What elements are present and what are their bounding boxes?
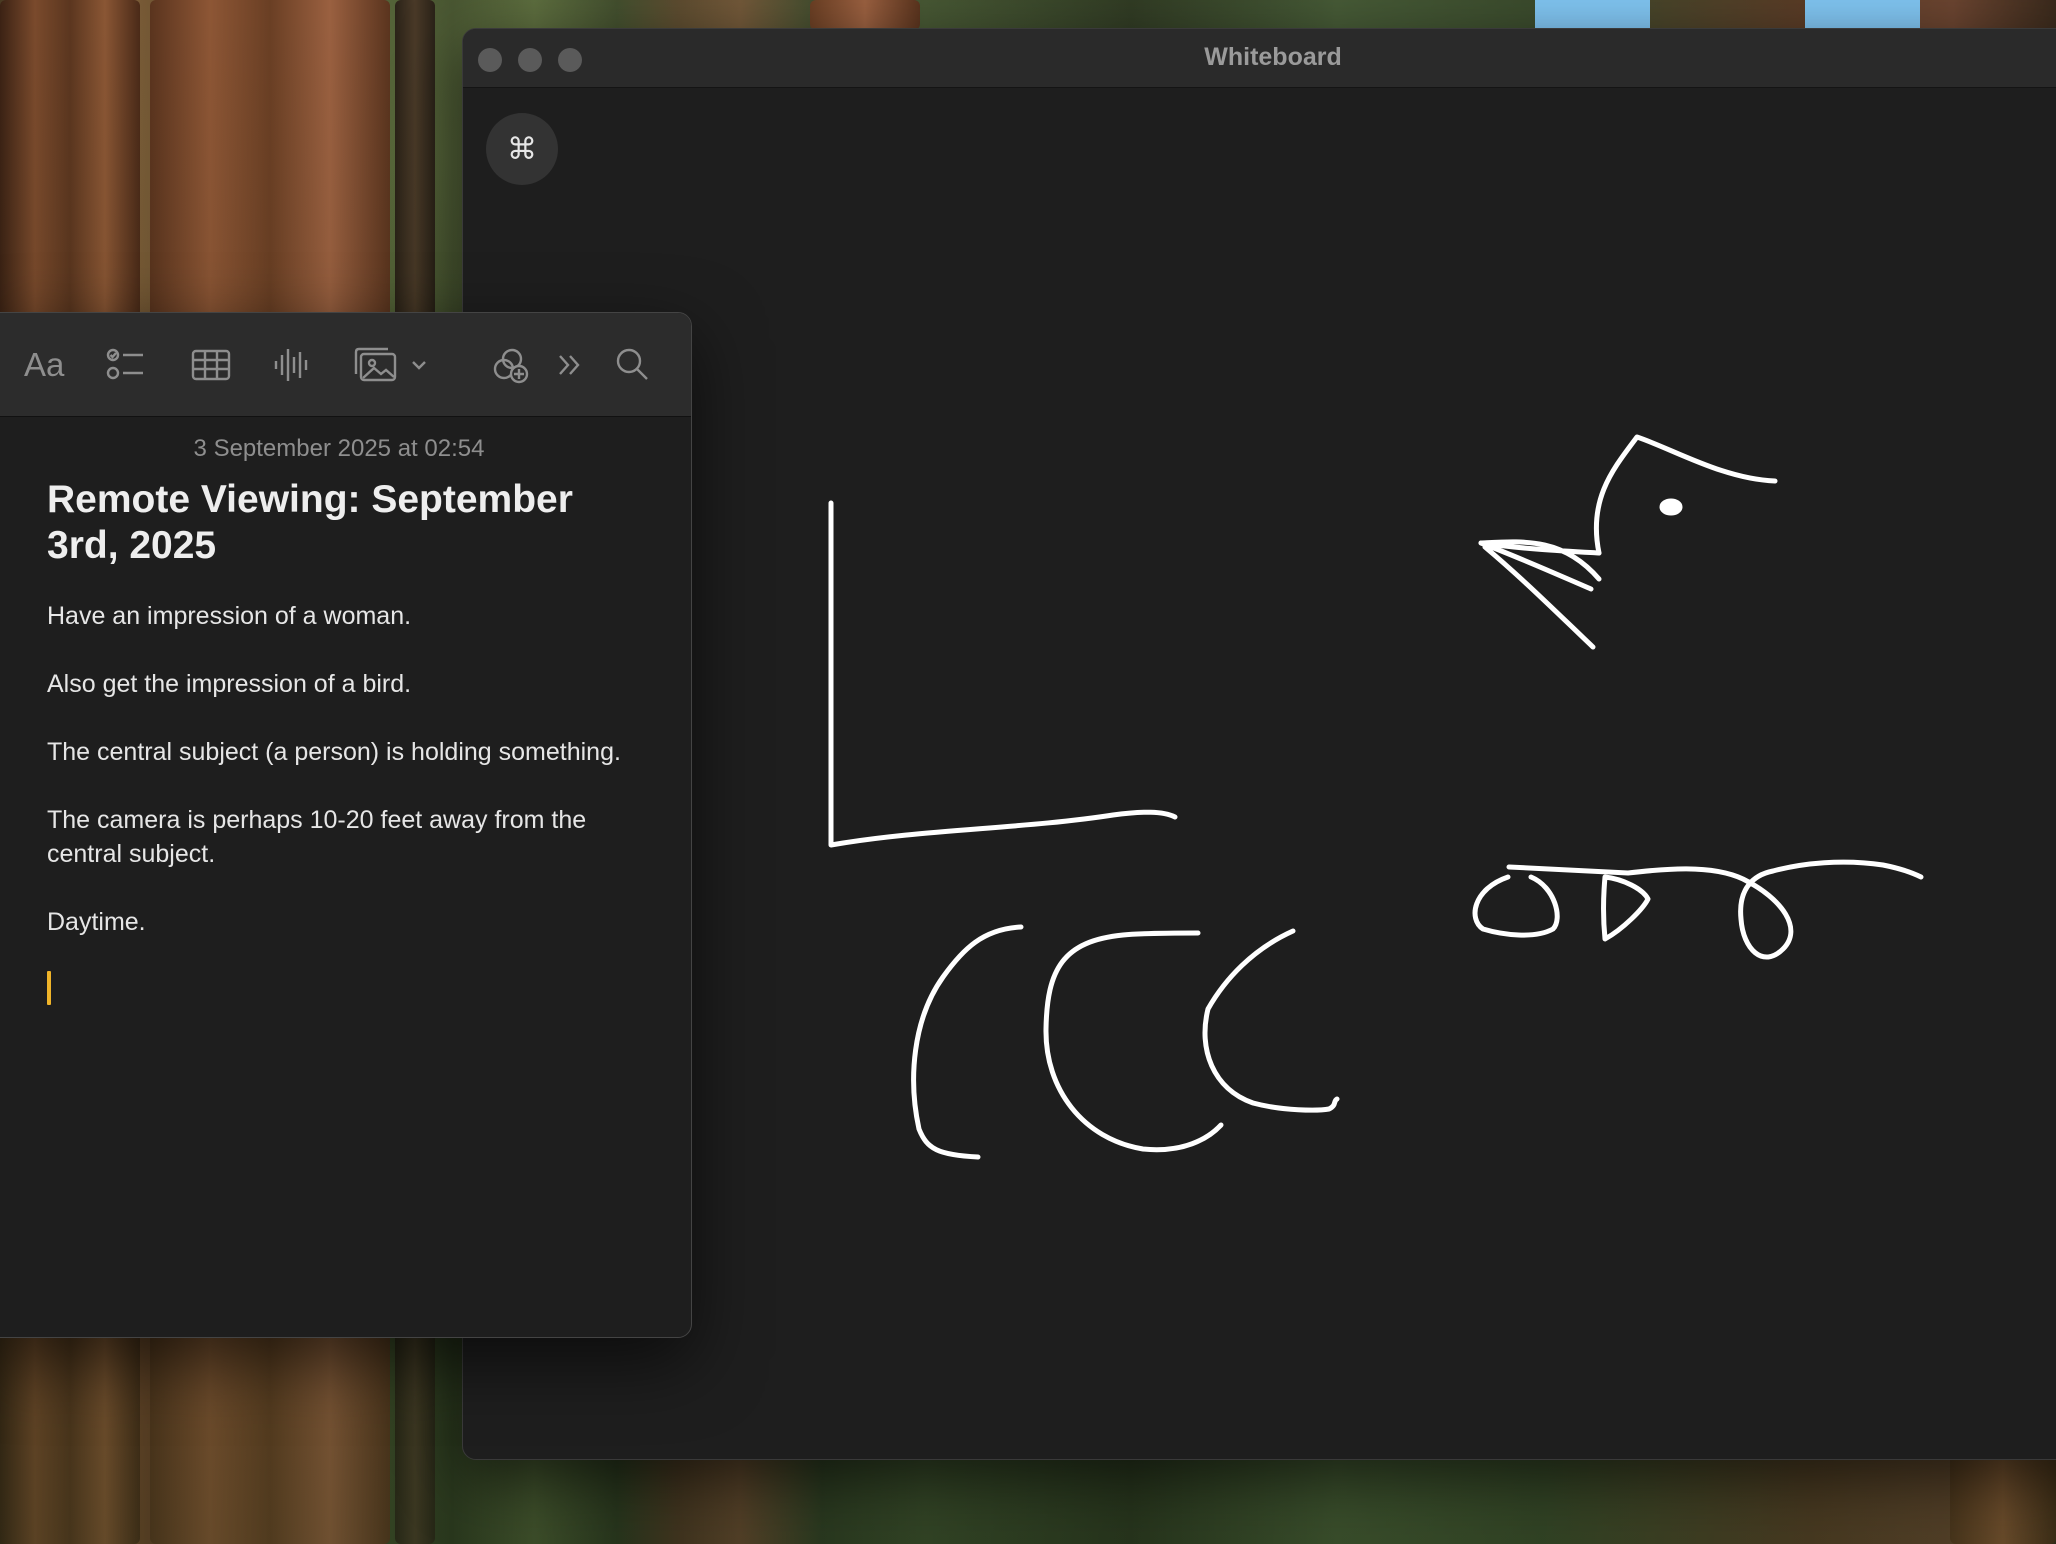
note-paragraph[interactable]: Also get the impression of a bird. [47,667,631,701]
note-paragraph[interactable]: Have an impression of a woman. [47,599,631,633]
note-paragraph[interactable]: Daytime. [47,905,631,939]
media-icon [354,347,397,382]
audio-waveform-icon [274,349,308,381]
text-cursor [47,971,51,1005]
drawn-stroke-arc-1 [911,924,1024,1160]
table-button[interactable] [190,341,232,389]
whiteboard-window[interactable]: Whiteboard ⌘ [462,28,2056,1460]
note-paragraph[interactable]: The camera is perhaps 10-20 feet away fr… [47,803,631,871]
checklist-button[interactable] [105,341,147,389]
notes-toolbar: Aa [0,313,691,417]
table-icon [191,349,231,381]
chevron-down-icon [412,361,426,370]
drawn-bird-eye [1659,498,1683,516]
media-button[interactable] [352,341,430,389]
notes-window[interactable]: Aa 3 September 2025 at 02:54 Remote View… [0,312,692,1338]
more-chevrons-icon [559,355,580,375]
whiteboard-titlebar[interactable]: Whiteboard [463,29,2056,88]
drawn-stroke-l-shape [828,500,1178,848]
command-button[interactable]: ⌘ [486,113,558,185]
note-content[interactable]: 3 September 2025 at 02:54 Remote Viewing… [0,435,691,1005]
audio-button[interactable] [271,341,313,389]
format-button[interactable]: Aa [24,341,64,389]
drawn-stroke-arc-3 [1202,928,1340,1113]
note-paragraph[interactable]: The central subject (a person) is holdin… [47,735,631,769]
search-button[interactable] [613,341,653,389]
search-icon [616,348,648,380]
window-title: Whiteboard [1204,43,1342,71]
collaborate-icon [493,348,529,384]
checklist-icon [106,348,143,380]
drawn-stroke-bird-head [1593,434,1778,556]
note-title[interactable]: Remote Viewing: September 3rd, 2025 [47,477,631,569]
tree-trunk [810,0,920,30]
more-button[interactable] [553,341,587,389]
sky-patch [1535,0,1650,28]
sky-patch [1805,0,1920,28]
collaborate-button[interactable] [488,341,532,389]
drawn-stroke-arc-2 [1043,930,1224,1153]
note-date: 3 September 2025 at 02:54 [193,435,485,462]
drawing-canvas[interactable] [463,29,2056,1459]
drawn-stroke-loops [1472,859,1924,960]
